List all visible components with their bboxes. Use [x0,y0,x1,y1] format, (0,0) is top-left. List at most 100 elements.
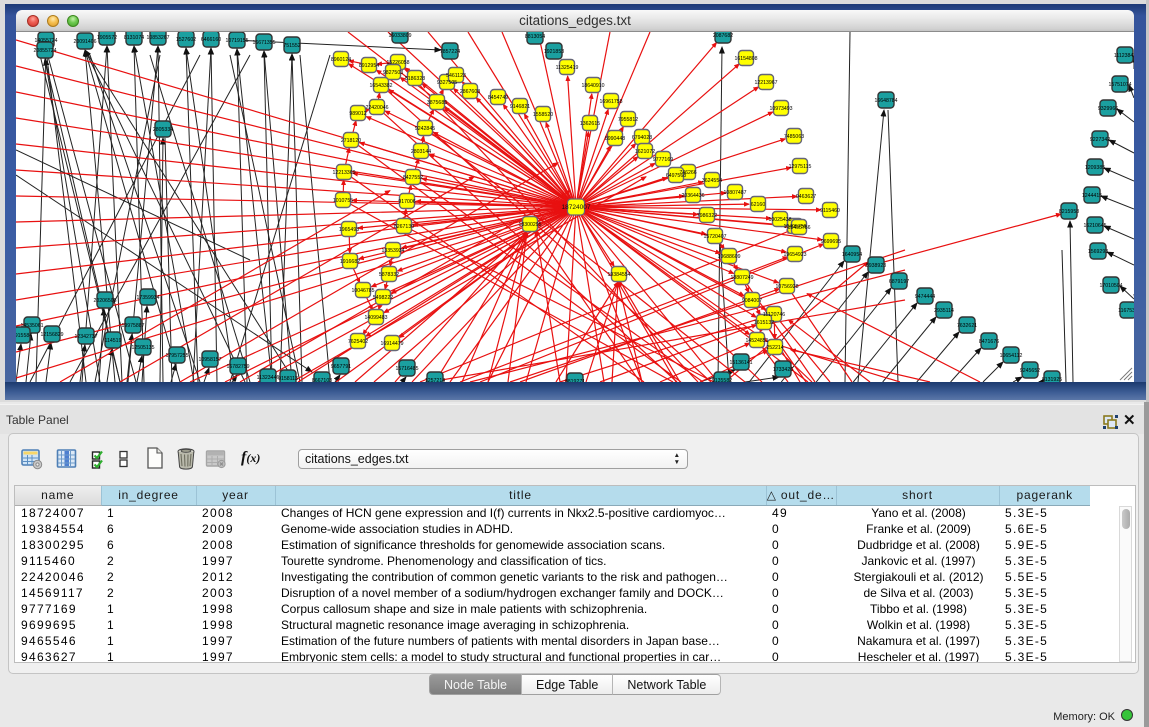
svg-text:9115460: 9115460 [820,208,840,214]
svg-text:8960124: 8960124 [331,57,351,63]
svg-text:20855724: 20855724 [33,48,56,54]
svg-text:9329966: 9329966 [1098,106,1118,112]
svg-text:12342737: 12342737 [74,334,97,340]
svg-text:8131925: 8131925 [1042,377,1062,382]
svg-text:18807249: 18807249 [730,275,753,281]
svg-text:17957255: 17957255 [165,353,188,359]
svg-text:252214: 252214 [766,345,783,351]
svg-text:1362615: 1362615 [580,121,600,127]
svg-text:16671355: 16671355 [252,40,275,46]
svg-text:17359934: 17359934 [136,295,159,301]
svg-text:10719155: 10719155 [225,38,248,44]
svg-text:14535061: 14535061 [20,323,43,329]
svg-text:8819271: 8819271 [565,379,585,382]
svg-text:8267130: 8267130 [394,224,414,230]
svg-text:6794028: 6794028 [632,135,652,141]
svg-text:9827503: 9827503 [383,70,403,76]
svg-text:1921853: 1921853 [544,49,564,55]
svg-text:6466160: 6466160 [201,37,221,43]
svg-text:20364436: 20364436 [681,193,704,199]
svg-text:10853267: 10853267 [146,35,169,41]
svg-text:15226058: 15226058 [386,60,409,66]
svg-text:2935114: 2935114 [934,308,954,314]
svg-text:7485063: 7485063 [784,134,804,140]
svg-text:1244415: 1244415 [1082,193,1102,199]
svg-text:9146821: 9146821 [510,104,530,110]
svg-text:1733426: 1733426 [773,367,793,373]
svg-text:9463627: 9463627 [796,194,816,200]
svg-text:16914479: 16914479 [380,341,403,347]
svg-text:8667103: 8667103 [312,378,332,382]
svg-text:16154808: 16154808 [734,56,757,62]
svg-text:15716485: 15716485 [395,366,418,372]
svg-text:10688609: 10688609 [717,254,740,260]
svg-text:8215958: 8215958 [1059,209,1079,215]
svg-text:15751074: 15751074 [1108,82,1131,88]
svg-text:12156829: 12156829 [40,332,63,338]
svg-text:10756928: 10756928 [775,284,798,290]
svg-text:9699695: 9699695 [821,239,841,245]
svg-text:9135582: 9135582 [712,378,732,382]
svg-text:20091406: 20091406 [73,39,96,45]
svg-text:12975115: 12975115 [789,164,812,170]
svg-text:9245652: 9245652 [1020,368,1040,374]
svg-text:18724007: 18724007 [562,204,591,211]
svg-text:14055724: 14055724 [34,38,57,44]
svg-text:16543382: 16543382 [369,83,392,89]
svg-text:8186328: 8186328 [405,76,425,82]
svg-text:19975887: 19975887 [121,323,144,329]
svg-text:8912954: 8912954 [359,63,379,69]
svg-text:11325419: 11325419 [556,65,579,71]
svg-text:9777169: 9777169 [653,157,673,163]
svg-text:1569293: 1569293 [1088,249,1108,255]
svg-text:12505135: 12505135 [131,345,154,351]
svg-text:2087682: 2087682 [713,33,733,39]
svg-text:12213369: 12213369 [332,170,355,176]
svg-text:114519: 114519 [105,338,122,344]
svg-text:2867608: 2867608 [460,89,480,95]
svg-text:989012: 989012 [349,111,366,117]
svg-text:15136141: 15136141 [729,360,752,366]
svg-text:17010504: 17010504 [1099,283,1122,289]
svg-text:9158113: 9158113 [278,376,298,382]
svg-text:11120746: 11120746 [763,312,785,318]
svg-text:10958157: 10958157 [198,357,221,363]
svg-text:10973493: 10973493 [769,106,792,112]
svg-text:16033809: 16033809 [388,33,411,39]
svg-text:6879197: 6879197 [889,279,909,285]
svg-text:14524851: 14524851 [745,338,768,344]
svg-text:9474444: 9474444 [915,294,935,300]
svg-text:19384554: 19384554 [607,272,630,278]
svg-text:19654923: 19654923 [783,252,806,258]
svg-text:6497568: 6497568 [666,173,686,179]
svg-text:1558520: 1558520 [533,112,553,118]
svg-text:9084007: 9084007 [742,298,762,304]
svg-text:18300295: 18300295 [518,222,541,228]
svg-text:16782759: 16782759 [226,364,249,370]
svg-text:1621072: 1621072 [635,149,655,155]
svg-text:15720407: 15720407 [703,234,726,240]
svg-text:751552: 751552 [283,43,300,49]
svg-text:9227342: 9227342 [1090,137,1110,143]
svg-text:10807487: 10807487 [723,190,746,196]
svg-text:9327505: 9327505 [437,80,457,86]
svg-text:10654112: 10654112 [1000,353,1023,359]
svg-text:8938923: 8938923 [866,263,886,269]
svg-text:18495756: 18495756 [787,225,810,231]
svg-text:11323446: 11323446 [257,375,280,381]
svg-text:62160: 62160 [751,202,766,208]
svg-text:10025438: 10025438 [768,217,791,223]
svg-text:7632621: 7632621 [957,323,977,329]
svg-text:8131074: 8131074 [124,35,144,41]
svg-text:1965493: 1965493 [339,227,359,233]
svg-text:8813054: 8813054 [525,34,545,40]
svg-text:14099483: 14099483 [364,315,387,321]
svg-text:917006: 917006 [398,199,415,205]
svg-text:2718120: 2718120 [341,138,361,144]
svg-text:3875685: 3875685 [427,100,447,106]
svg-text:1209385: 1209385 [1085,165,1105,171]
svg-text:9242845: 9242845 [415,126,435,132]
svg-text:5878332: 5878332 [379,272,399,278]
svg-text:1916682: 1916682 [340,259,360,265]
svg-text:7986322: 7986322 [697,213,717,219]
